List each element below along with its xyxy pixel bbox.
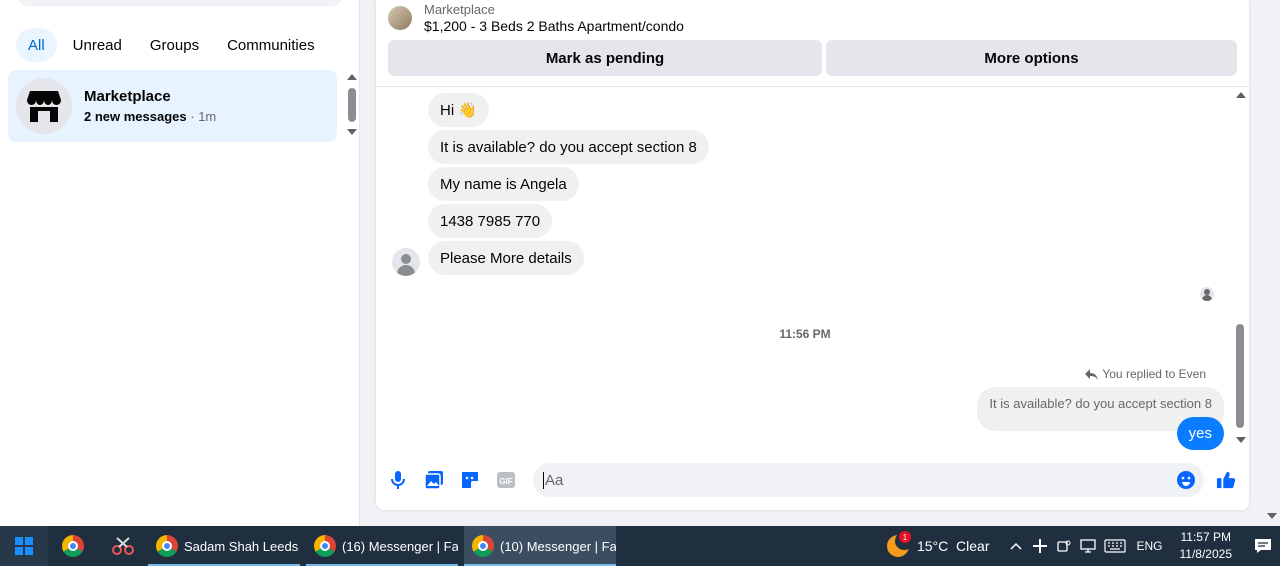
conversation-preview: 2 new messages · 1m: [84, 109, 216, 124]
conversation-item-marketplace[interactable]: Marketplace 2 new messages · 1m: [8, 70, 337, 142]
message-bubble: Hi 👋: [428, 93, 490, 127]
search-input[interactable]: [18, 0, 342, 6]
system-tray: 1 15°C Clear ENG 11:57 PM 11/8/2025: [886, 526, 1280, 566]
message-input[interactable]: Aa: [533, 463, 1204, 497]
chat-panel: Marketplace $1,200 - 3 Beds 2 Baths Apar…: [376, 0, 1249, 510]
conversation-time: · 1m: [190, 109, 217, 124]
message-timestamp: 11:56 PM: [779, 327, 831, 341]
chrome-icon: [314, 535, 336, 557]
seen-avatar: [1200, 287, 1214, 301]
weather-text: 15°C Clear: [916, 538, 990, 554]
conversation-list-scrollbar[interactable]: [344, 72, 358, 140]
chrome-icon: [156, 535, 178, 557]
taskbar-app-chrome-1[interactable]: Sadam Shah Leeds ...: [148, 526, 300, 566]
weather-widget[interactable]: 1 15°C Clear: [886, 531, 990, 557]
network-icon[interactable]: [1076, 526, 1100, 566]
listing-thumbnail: [388, 6, 412, 30]
keyboard-icon[interactable]: [1100, 526, 1130, 566]
notification-icon[interactable]: [1246, 526, 1280, 566]
gif-icon[interactable]: GIF: [496, 470, 516, 490]
message-bubble: 1438 7985 770: [428, 204, 553, 238]
conversation-name: Marketplace: [84, 88, 171, 105]
clock[interactable]: 11:57 PM 11/8/2025: [1180, 529, 1233, 563]
filter-all[interactable]: All: [16, 28, 57, 62]
message-bubble: It is available? do you accept section 8: [428, 130, 709, 164]
clock-date: 11/8/2025: [1179, 547, 1233, 561]
message-composer: GIF Aa: [376, 462, 1249, 498]
message-input-placeholder: Aa: [545, 471, 564, 489]
listing-actions: Mark as pending More options: [388, 40, 1237, 76]
chevron-up-icon[interactable]: [1004, 526, 1028, 566]
plus-icon[interactable]: [1028, 526, 1052, 566]
message-bubble: My name is Angela: [428, 167, 579, 201]
taskbar: Sadam Shah Leeds ... (16) Messenger | Fa…: [0, 526, 1280, 566]
microphone-icon[interactable]: [388, 470, 408, 490]
listing-header[interactable]: Marketplace $1,200 - 3 Beds 2 Baths Apar…: [388, 0, 684, 36]
conversation-list-panel: All Unread Groups Communities Marketplac…: [0, 0, 360, 526]
message-bubble: Please More details: [428, 241, 584, 275]
reply-indicator: You replied to Even: [1085, 367, 1206, 381]
chrome-icon: [472, 535, 494, 557]
scroll-down-icon[interactable]: [347, 129, 357, 135]
more-options-button[interactable]: More options: [826, 40, 1237, 76]
message-thread: Hi 👋 It is available? do you accept sect…: [376, 87, 1249, 452]
scroll-up-icon[interactable]: [1236, 92, 1246, 98]
taskbar-app-chrome-2[interactable]: (16) Messenger | Fa...: [306, 526, 458, 566]
new-messages-count: 2 new messages: [84, 109, 187, 124]
listing-label: Marketplace: [424, 2, 495, 17]
page-scroll-down-icon[interactable]: [1267, 513, 1277, 519]
sender-avatar[interactable]: [392, 248, 420, 276]
messenger-app: All Unread Groups Communities Marketplac…: [0, 0, 1280, 526]
clock-time: 11:57 PM: [1180, 530, 1231, 544]
marketplace-icon: [16, 78, 72, 134]
mark-as-pending-button[interactable]: Mark as pending: [388, 40, 822, 76]
thread-scrollbar[interactable]: [1234, 88, 1248, 448]
windows-start-icon[interactable]: [0, 526, 48, 566]
text-caret: [543, 471, 544, 489]
taskbar-app-label: (10) Messenger | Fa...: [500, 538, 616, 554]
filter-tabs: All Unread Groups Communities: [16, 28, 327, 62]
scroll-thumb[interactable]: [1236, 324, 1244, 428]
taskbar-app-chrome-3[interactable]: (10) Messenger | Fa...: [464, 526, 616, 566]
scroll-up-icon[interactable]: [347, 74, 357, 80]
taskbar-app-label: Sadam Shah Leeds ...: [184, 538, 300, 554]
emoji-icon[interactable]: [1176, 470, 1196, 490]
reply-label: You replied to Even: [1102, 367, 1206, 381]
meet-now-icon[interactable]: [1052, 526, 1076, 566]
listing-title[interactable]: $1,200 - 3 Beds 2 Baths Apartment/condo: [424, 18, 684, 35]
weather-badge: 1: [898, 531, 911, 543]
language-indicator[interactable]: ENG: [1130, 526, 1170, 566]
svg-text:GIF: GIF: [499, 477, 512, 486]
sticker-icon[interactable]: [460, 470, 480, 490]
like-icon[interactable]: [1216, 470, 1236, 490]
filter-groups[interactable]: Groups: [138, 28, 211, 62]
scroll-down-icon[interactable]: [1236, 437, 1246, 443]
filter-communities[interactable]: Communities: [215, 28, 327, 62]
taskbar-app-label: (16) Messenger | Fa...: [342, 538, 458, 554]
snipping-tool-icon[interactable]: [98, 526, 148, 566]
filter-unread[interactable]: Unread: [61, 28, 134, 62]
reply-icon: [1085, 368, 1099, 380]
photo-icon[interactable]: [424, 470, 444, 490]
scroll-thumb[interactable]: [348, 88, 356, 122]
chrome-pinned-icon[interactable]: [48, 526, 98, 566]
my-message-bubble: yes: [1176, 417, 1224, 450]
